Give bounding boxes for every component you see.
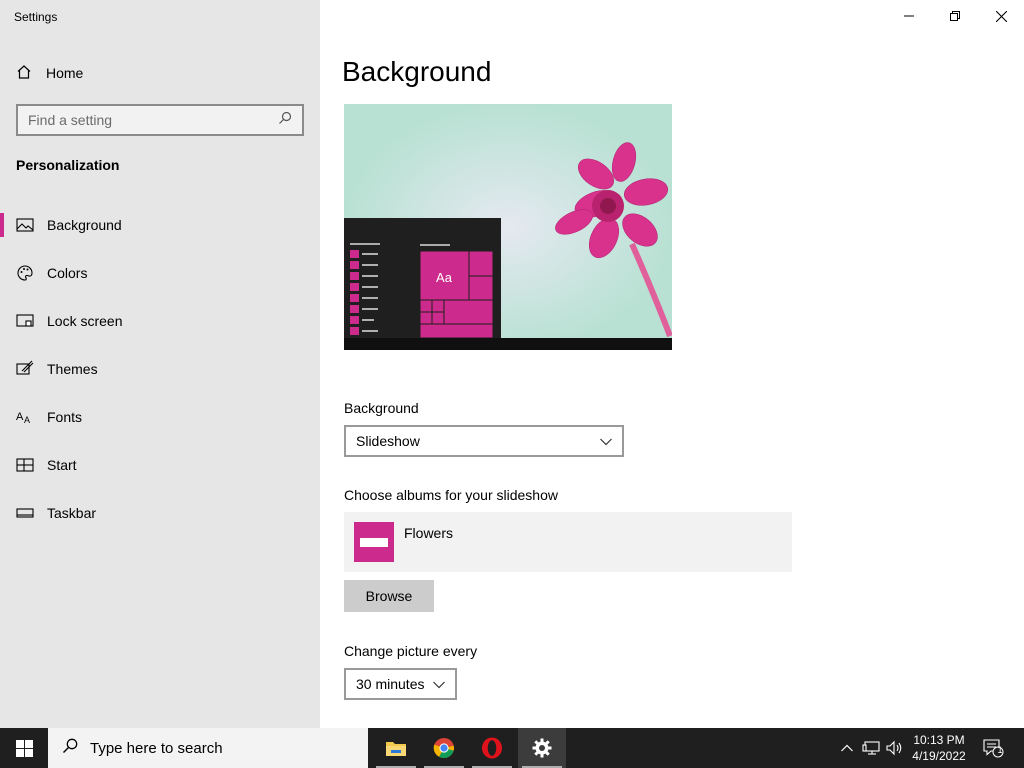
setting-search-box[interactable] [16,104,304,136]
nav-item-lock-screen[interactable]: Lock screen [0,297,320,345]
file-explorer-icon [386,742,406,756]
setting-search-input[interactable] [28,112,258,128]
search-icon[interactable] [278,111,292,130]
volume-button[interactable] [884,728,906,768]
home-nav-item[interactable]: Home [16,62,83,84]
minimize-button[interactable] [886,0,932,32]
nav-item-start[interactable]: Start [0,441,320,489]
taskbar: Type here to search 10:13 PM 4/19/2022 1 [0,728,1024,768]
nav-item-label: Taskbar [47,505,97,521]
close-icon [995,10,1007,22]
nav-item-label: Background [47,217,122,233]
network-button[interactable] [860,728,882,768]
show-hidden-icons-button[interactable] [838,728,856,768]
nav-item-taskbar[interactable]: Taskbar [0,489,320,537]
themes-icon [16,360,34,378]
section-title: Personalization [16,157,120,173]
page-title: Background [342,56,492,87]
nav-item-colors[interactable]: Colors [0,249,320,297]
background-label: Background [344,400,419,416]
restore-icon [950,11,960,21]
background-type-dropdown[interactable]: Slideshow [344,425,624,457]
lock-screen-icon [16,312,34,330]
fonts-icon: AA [16,408,34,426]
change-picture-label: Change picture every [344,643,478,659]
nav-item-label: Start [47,457,77,473]
chevron-down-icon [600,433,612,449]
album-thumbnail [354,522,394,562]
app-title: Settings [14,10,58,24]
svg-text:A: A [24,415,30,425]
change-picture-value: 30 minutes [356,676,425,692]
start-button[interactable] [0,728,48,768]
nav-item-themes[interactable]: Themes [0,345,320,393]
file-explorer-button[interactable] [372,728,420,768]
album-name: Flowers [404,525,454,541]
albums-label: Choose albums for your slideshow [344,487,558,503]
speaker-icon [886,740,902,756]
home-label: Home [46,65,84,81]
change-picture-dropdown[interactable]: 30 minutes [344,668,457,700]
minimize-icon [904,15,914,17]
sidebar: Settings Home Personalization Background… [0,0,320,728]
clock-time: 10:13 PM [913,733,965,747]
home-icon [16,64,32,83]
browse-button[interactable]: Browse [344,580,434,612]
settings-icon [532,738,552,758]
restore-button[interactable] [932,0,978,32]
nav-item-label: Colors [47,265,88,281]
clock-date: 4/19/2022 [912,749,966,763]
nav-item-background[interactable]: Background [0,201,320,249]
windows-logo-icon [15,739,33,757]
picture-icon [16,216,34,234]
background-preview: Aa [344,104,672,350]
svg-text:A: A [16,411,24,423]
clock[interactable]: 10:13 PM 4/19/2022 [904,732,974,764]
action-center-button[interactable]: 1 [980,728,1006,768]
opera-icon [482,737,502,759]
album-item[interactable]: Flowers [344,512,792,572]
taskbar-search-box[interactable]: Type here to search [48,728,368,768]
taskbar-icon [16,504,34,522]
settings-button[interactable] [518,728,566,768]
nav-item-label: Fonts [47,409,83,425]
chrome-button[interactable] [420,728,468,768]
chrome-icon [433,738,455,759]
background-type-value: Slideshow [356,433,420,449]
tile-text: Aa [436,270,453,285]
nav-list: Background Colors Lock screen Themes AA … [0,201,320,537]
start-icon [16,456,34,474]
search-icon [62,738,78,758]
nav-item-label: Themes [47,361,98,377]
notification-count: 1 [997,745,1003,755]
close-button[interactable] [978,0,1024,32]
taskbar-search-placeholder: Type here to search [90,739,223,757]
opera-button[interactable] [468,728,516,768]
chevron-up-icon [841,744,853,752]
nav-item-label: Lock screen [47,313,123,329]
network-icon [862,741,880,755]
nav-item-fonts[interactable]: AA Fonts [0,393,320,441]
chevron-down-icon [433,676,445,692]
palette-icon [16,264,34,282]
